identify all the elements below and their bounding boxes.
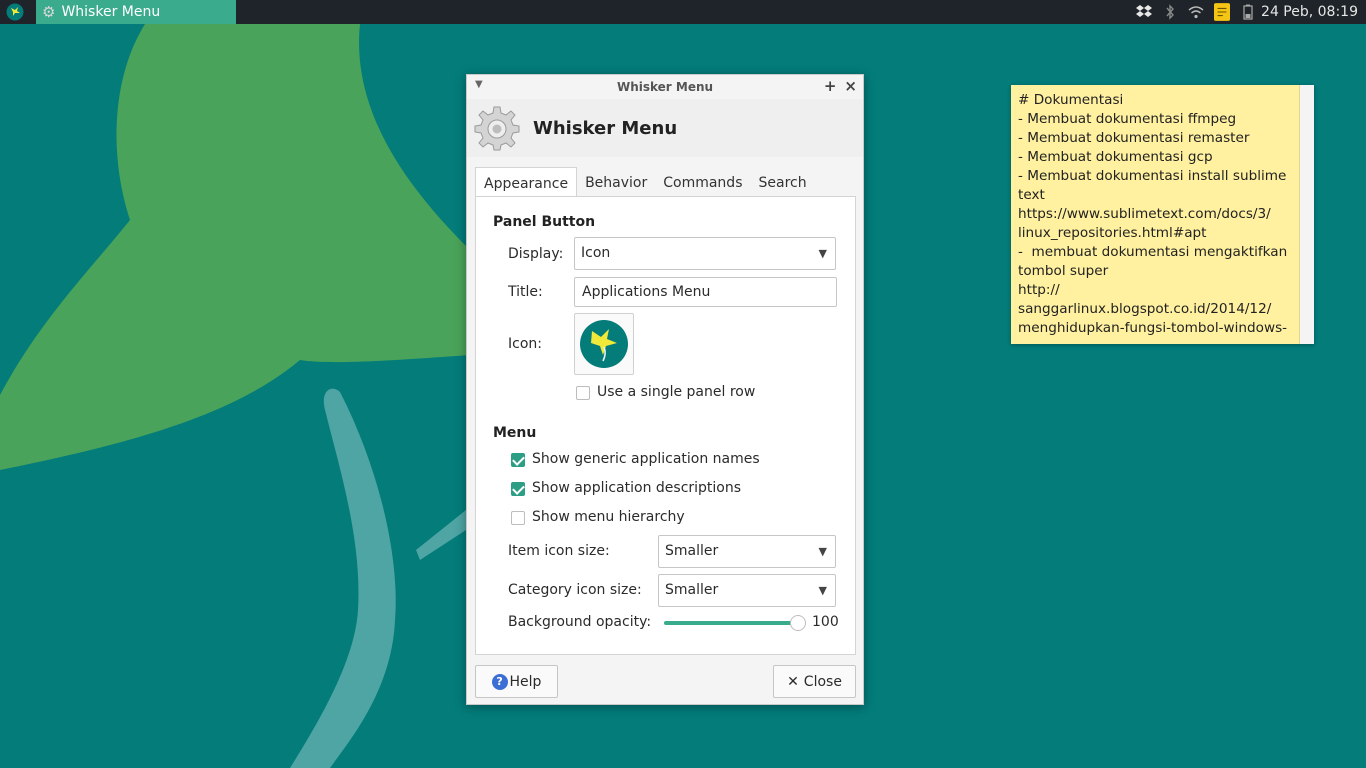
whisker-menu-settings-dialog: ▼ Whisker Menu + × Whisker Menu Appearan… — [466, 74, 864, 705]
category-icon-size-label: Category icon size: — [508, 582, 642, 598]
chevron-down-icon: ▼ — [818, 247, 827, 260]
sticky-note[interactable]: # Dokumentasi - Membuat dokumentasi ffmp… — [1011, 85, 1314, 344]
single-panel-row-checkbox[interactable] — [576, 386, 590, 400]
background-opacity-value: 100 — [812, 614, 839, 630]
appearance-page: Panel Button Display: Icon ▼ Title: Appl… — [475, 196, 856, 655]
menu-hierarchy-checkbox[interactable] — [511, 511, 525, 525]
window-titlebar[interactable]: ▼ Whisker Menu + × — [467, 75, 863, 99]
close-icon: ✕ — [787, 673, 799, 690]
generic-names-checkbox[interactable] — [511, 453, 525, 467]
item-icon-size-label: Item icon size: — [508, 543, 610, 559]
gear-icon: ⚙ — [42, 3, 56, 21]
descriptions-checkbox[interactable] — [511, 482, 525, 496]
category-icon-size-value: Smaller — [665, 582, 719, 598]
wifi-icon[interactable] — [1188, 4, 1204, 20]
chevron-down-icon: ▼ — [818, 545, 827, 558]
icon-chooser-button[interactable] — [574, 313, 634, 375]
dialog-header: Whisker Menu — [467, 99, 863, 157]
help-button[interactable]: ? Help — [475, 665, 558, 698]
window-menu-icon[interactable]: ▼ — [475, 79, 483, 90]
settings-gear-icon — [474, 106, 520, 151]
taskbar-item-label: Whisker Menu — [61, 4, 161, 20]
help-icon: ? — [491, 673, 508, 690]
whisker-menu-launcher[interactable] — [0, 0, 30, 24]
top-panel: ⚙ Whisker Menu 24 Peb, 08:19 — [0, 0, 1366, 24]
generic-names-label[interactable]: Show generic application names — [532, 451, 760, 467]
title-label: Title: — [508, 284, 543, 300]
single-panel-row-label[interactable]: Use a single panel row — [597, 384, 755, 400]
bluetooth-icon[interactable] — [1162, 4, 1178, 20]
slider-fill — [664, 621, 798, 625]
close-button[interactable]: ✕ Close — [773, 665, 856, 698]
category-icon-size-combobox[interactable]: Smaller ▼ — [658, 574, 836, 607]
note-text[interactable]: # Dokumentasi - Membuat dokumentasi ffmp… — [1018, 91, 1300, 338]
tab-search-actions[interactable]: Search Actions — [750, 167, 863, 223]
item-icon-size-value: Smaller — [665, 543, 719, 559]
notes-icon[interactable] — [1214, 3, 1230, 21]
pin-icon[interactable]: + — [824, 77, 837, 95]
close-icon[interactable]: × — [844, 77, 857, 95]
descriptions-label[interactable]: Show application descriptions — [532, 480, 741, 496]
display-label: Display: — [508, 246, 564, 262]
item-icon-size-combobox[interactable]: Smaller ▼ — [658, 535, 836, 568]
panel-button-section-title: Panel Button — [493, 214, 596, 230]
window-title: Whisker Menu — [616, 80, 714, 94]
menu-section-title: Menu — [493, 425, 537, 441]
close-button-label: Close — [803, 673, 842, 690]
background-opacity-label: Background opacity: — [508, 614, 652, 630]
app-menu-icon — [6, 3, 24, 21]
battery-icon[interactable] — [1240, 4, 1256, 20]
taskbar-item-whisker-menu[interactable]: ⚙ Whisker Menu — [36, 0, 236, 24]
menu-hierarchy-label[interactable]: Show menu hierarchy — [532, 509, 685, 525]
chevron-down-icon: ▼ — [818, 584, 827, 597]
display-value: Icon — [581, 245, 611, 261]
tab-commands[interactable]: Commands — [655, 167, 750, 197]
title-input[interactable]: Applications Menu — [574, 277, 837, 307]
slider-handle[interactable] — [790, 615, 806, 631]
tab-behavior[interactable]: Behavior — [577, 167, 655, 197]
tab-appearance[interactable]: Appearance — [475, 167, 578, 198]
clock[interactable]: 24 Peb, 08:19 — [1261, 0, 1358, 24]
dropbox-icon[interactable] — [1136, 4, 1152, 20]
settings-tabs: Appearance Behavior Commands Search Acti… — [475, 167, 863, 223]
icon-label: Icon: — [508, 336, 542, 352]
help-button-label: Help — [509, 673, 542, 690]
system-tray — [1136, 0, 1256, 24]
background-opacity-slider[interactable] — [664, 615, 806, 631]
display-combobox[interactable]: Icon ▼ — [574, 237, 836, 270]
dialog-header-title: Whisker Menu — [533, 117, 678, 139]
note-scrollbar[interactable] — [1299, 85, 1314, 344]
whisker-menu-icon — [580, 320, 628, 368]
